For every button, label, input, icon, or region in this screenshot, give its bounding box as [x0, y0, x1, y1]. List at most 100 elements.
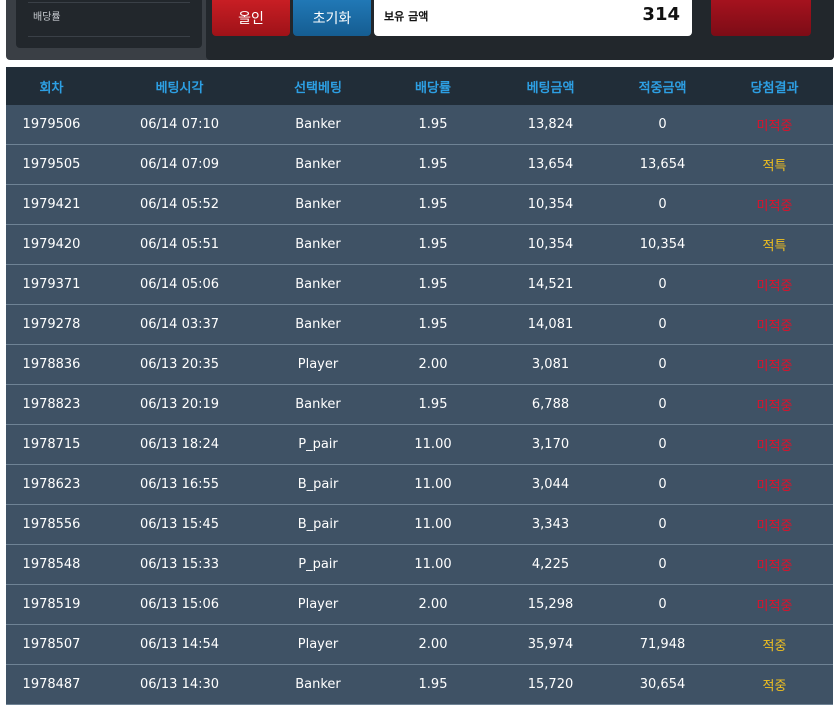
- odds-panel: 배당률: [16, 0, 202, 48]
- bet-time-cell: 06/13 14:54: [139, 637, 220, 652]
- result-cell: 미적중: [756, 359, 793, 374]
- win-amount-cell: 0: [658, 477, 667, 492]
- bet-amount-cell: 13,824: [527, 117, 574, 132]
- result-cell: 미적중: [756, 439, 793, 454]
- bet-time-cell: 06/14 07:10: [139, 117, 220, 132]
- table-row: 1978556 06/13 15:45 B_pair 11.00 3,343 0 미적중: [6, 505, 833, 545]
- bet-time-cell: 06/14 05:51: [139, 237, 220, 252]
- bet-time-cell: 06/14 05:52: [139, 197, 220, 212]
- column-header-round: 회차: [39, 80, 64, 96]
- pick-cell: Banker: [295, 197, 341, 212]
- pick-cell: Banker: [295, 677, 341, 692]
- bet-amount-cell: 3,044: [531, 477, 570, 492]
- divider: [28, 2, 190, 3]
- win-amount-cell: 71,948: [639, 637, 686, 652]
- result-cell: 적특: [762, 159, 787, 174]
- round-cell: 1978715: [22, 437, 81, 452]
- win-amount-cell: 0: [658, 397, 667, 412]
- round-cell: 1979420: [22, 237, 81, 252]
- odds-cell: 1.95: [418, 157, 448, 172]
- pick-cell: B_pair: [297, 517, 339, 532]
- bet-time-cell: 06/13 15:06: [139, 597, 220, 612]
- table-body: 1979506 06/14 07:10 Banker 1.95 13,824 0 미적중 19…: [6, 105, 833, 705]
- bet-amount-cell: 10,354: [527, 237, 574, 252]
- round-cell: 1979506: [22, 117, 81, 132]
- win-amount-cell: 0: [658, 597, 667, 612]
- bet-time-cell: 06/14 05:06: [139, 277, 220, 292]
- odds-cell: 2.00: [418, 357, 448, 372]
- result-cell: 미적중: [756, 519, 793, 534]
- pick-cell: Banker: [295, 317, 341, 332]
- pick-cell: Banker: [295, 117, 341, 132]
- pick-cell: Banker: [295, 237, 341, 252]
- pick-cell: P_pair: [298, 557, 338, 572]
- win-amount-cell: 0: [658, 557, 667, 572]
- column-header-pick: 선택베팅: [294, 80, 342, 96]
- result-cell: 미적중: [756, 599, 793, 614]
- bet-amount-cell: 14,521: [527, 277, 574, 292]
- bet-time-cell: 06/13 18:24: [139, 437, 220, 452]
- result-cell: 적중: [762, 639, 787, 654]
- pick-cell: P_pair: [298, 437, 338, 452]
- round-cell: 1979371: [22, 277, 81, 292]
- table-row: 1979278 06/14 03:37 Banker 1.95 14,081 0 미적중: [6, 305, 833, 345]
- table-row: 1978715 06/13 18:24 P_pair 11.00 3,170 0 미적중: [6, 425, 833, 465]
- reset-button[interactable]: 초기화: [293, 0, 371, 36]
- result-cell: 미적중: [756, 199, 793, 214]
- odds-cell: 11.00: [414, 477, 452, 492]
- bet-time-cell: 06/14 07:09: [139, 157, 220, 172]
- win-amount-cell: 0: [658, 117, 667, 132]
- round-cell: 1978507: [22, 637, 81, 652]
- balance-display: 보유 금액 314: [374, 0, 692, 36]
- table-row: 1978823 06/13 20:19 Banker 1.95 6,788 0 미적중: [6, 385, 833, 425]
- bet-time-cell: 06/13 16:55: [139, 477, 220, 492]
- bet-amount-cell: 4,225: [531, 557, 570, 572]
- column-header-result: 당첨결과: [750, 80, 799, 96]
- win-amount-cell: 10,354: [639, 237, 686, 252]
- odds-cell: 11.00: [414, 517, 452, 532]
- result-cell: 적특: [762, 239, 787, 254]
- round-cell: 1979421: [22, 197, 81, 212]
- round-cell: 1979278: [22, 317, 81, 332]
- odds-cell: 1.95: [418, 237, 448, 252]
- bet-amount-cell: 3,170: [531, 437, 570, 452]
- result-cell: 미적중: [756, 279, 793, 294]
- bet-amount-cell: 3,343: [531, 517, 570, 532]
- table-row: 1978548 06/13 15:33 P_pair 11.00 4,225 0 미적중: [6, 545, 833, 585]
- win-amount-cell: 0: [658, 197, 667, 212]
- pick-cell: Banker: [295, 277, 341, 292]
- round-cell: 1978519: [22, 597, 81, 612]
- column-header-odds: 배당률: [415, 80, 451, 96]
- bet-amount-cell: 15,720: [527, 677, 574, 692]
- table-row: 1978507 06/13 14:54 Player 2.00 35,974 71,948…: [6, 625, 833, 665]
- round-cell: 1978556: [22, 517, 81, 532]
- round-cell: 1978487: [22, 677, 81, 692]
- bet-amount-cell: 13,654: [527, 157, 574, 172]
- bet-time-cell: 06/13 15:33: [139, 557, 220, 572]
- bet-amount-cell: 10,354: [527, 197, 574, 212]
- table-row: 1978519 06/13 15:06 Player 2.00 15,298 0 미적중: [6, 585, 833, 625]
- round-cell: 1978823: [22, 397, 81, 412]
- table-row: 1978487 06/13 14:30 Banker 1.95 15,720 30,654…: [6, 665, 833, 705]
- round-cell: 1979505: [22, 157, 81, 172]
- pick-cell: Player: [297, 357, 339, 372]
- win-amount-cell: 13,654: [639, 157, 686, 172]
- bet-amount-cell: 6,788: [531, 397, 570, 412]
- table-row: 1979505 06/14 07:09 Banker 1.95 13,654 13,654…: [6, 145, 833, 185]
- odds-cell: 1.95: [418, 117, 448, 132]
- all-in-button[interactable]: 올인: [212, 0, 290, 36]
- table-row: 1979420 06/14 05:51 Banker 1.95 10,354 10,354…: [6, 225, 833, 265]
- bet-submit-button[interactable]: [711, 0, 811, 36]
- balance-label: 보유 금액: [384, 10, 429, 23]
- bet-time-cell: 06/13 15:45: [139, 517, 220, 532]
- odds-cell: 2.00: [418, 597, 448, 612]
- column-header-bet-amount: 베팅금액: [526, 80, 575, 96]
- table-row: 1979421 06/14 05:52 Banker 1.95 10,354 0 미적중: [6, 185, 833, 225]
- odds-cell: 1.95: [418, 317, 448, 332]
- table-row: 1978623 06/13 16:55 B_pair 11.00 3,044 0 미적중: [6, 465, 833, 505]
- win-amount-cell: 0: [658, 357, 667, 372]
- round-cell: 1978623: [22, 477, 81, 492]
- bet-time-cell: 06/14 03:37: [139, 317, 220, 332]
- result-cell: 적중: [762, 679, 787, 694]
- divider: [28, 36, 190, 37]
